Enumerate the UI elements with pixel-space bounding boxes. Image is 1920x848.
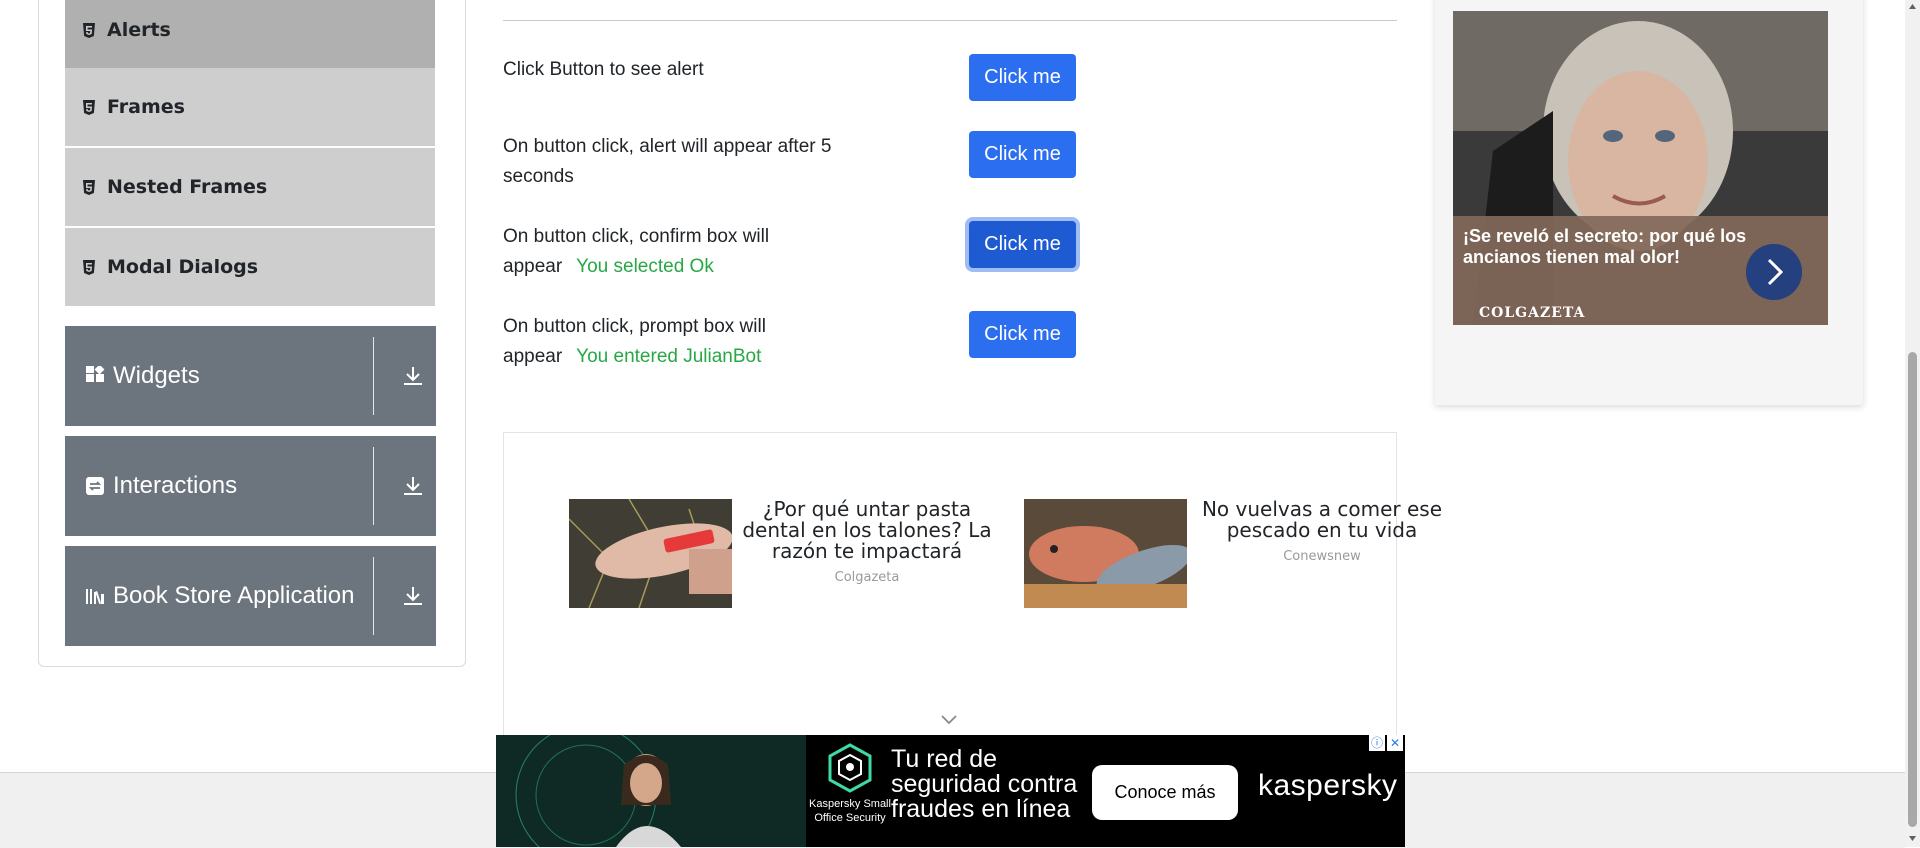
sidebar-ad[interactable]: ¡Se reveló el secreto: por qué los ancia… [1435,0,1863,405]
sidebar-item-label: Frames [107,96,185,118]
kaspersky-banner-ad[interactable]: Kaspersky Small Office Security Tu red d… [496,735,1405,847]
close-icon[interactable]: ✕ [1387,735,1403,751]
sidebar-item-modal-dialogs[interactable]: Modal Dialogs [65,228,435,306]
group-header-book-store[interactable]: Book Store Application [65,546,436,646]
prompt-button[interactable]: Click me [969,311,1076,358]
chevron-right-icon[interactable] [1746,244,1802,300]
sidebar-item-label: Alerts [107,19,171,41]
chevron-down-icon[interactable] [940,714,958,726]
timer-alert-row-label: On button click, alert will appear after… [503,132,873,192]
learn-more-button[interactable]: Conoce más [1092,765,1238,820]
native-ad-headline: No vuelvas a comer ese pescado en tu vid… [1201,497,1443,542]
ad-thumbnail-image [569,499,732,608]
prompt-row-label: On button click, prompt box will appear Y… [503,312,873,372]
group-title: Widgets [113,362,200,389]
confirm-result: You selected Ok [576,256,714,277]
download-icon [404,367,422,385]
native-ad-text: No vuelvas a comer ese pescado en tu vid… [1197,499,1447,608]
timer-alert-button[interactable]: Click me [969,131,1076,178]
bookshelf-icon [86,589,104,604]
html5-icon [83,99,95,115]
banner-headline: Tu red de seguridad contra fraudes en lí… [891,745,1078,823]
vertical-scrollbar[interactable] [1905,0,1920,847]
group-title: Interactions [113,472,238,499]
native-ad-item[interactable]: ¿Por qué untar pasta dental en los talon… [569,499,992,608]
native-ad-item[interactable]: No vuelvas a comer ese pescado en tu vid… [1024,499,1447,608]
ad-source: COLGAZETA [1479,305,1586,321]
scroll-down-icon[interactable] [1908,834,1917,843]
group-header-interactions[interactable]: Interactions [65,436,436,536]
alert-description: Click Button to see alert [503,59,704,80]
scrollbar-thumb[interactable] [1908,352,1917,827]
html5-icon [83,259,95,275]
native-ad-text: ¿Por qué untar pasta dental en los talon… [742,499,992,608]
interactions-icon [86,477,104,495]
download-icon [404,477,422,495]
ad-banner-image [496,735,806,847]
brand-logo-text: kaspersky [1258,769,1398,802]
native-ad-source: Colgazeta [834,570,900,585]
divider [373,557,374,635]
html5-icon [83,179,95,195]
confirm-button[interactable]: Click me [969,221,1076,268]
ad-caption: ¡Se reveló el secreto: por qué los ancia… [1453,216,1828,325]
alert-row-label: Click Button to see alert [503,55,873,85]
sidebar-item-label: Nested Frames [107,176,268,198]
ad-thumbnail-image [1024,499,1187,608]
group-title: Book Store Application [113,582,355,609]
native-ad-source: Conewsnew [1283,549,1361,564]
divider [503,20,1397,21]
native-ad-headline: ¿Por qué untar pasta dental en los talon… [742,497,992,563]
confirm-row-label: On button click, confirm box will appear… [503,222,873,282]
widgets-grid-icon [86,366,105,382]
sidebar-item-frames[interactable]: Frames [65,68,435,146]
timer-alert-description: On button click, alert will appear after… [503,136,832,187]
ad-info-icon[interactable]: ⓘ [1369,735,1385,751]
product-badge: Kaspersky Small Office Security [794,743,906,825]
divider [373,447,374,525]
product-name: Kaspersky Small Office Security [809,798,891,824]
sidebar-item-label: Modal Dialogs [107,256,259,278]
kaspersky-shield-icon [828,743,872,793]
download-icon [404,587,422,605]
html5-icon [83,22,95,38]
sidebar-item-nested-frames[interactable]: Nested Frames [65,148,435,226]
prompt-result: You entered JulianBot [576,346,762,367]
scroll-up-icon[interactable] [1908,2,1917,11]
alert-button[interactable]: Click me [969,54,1076,101]
divider [373,337,374,415]
group-header-widgets[interactable]: Widgets [65,326,436,426]
ad-caption-text: ¡Se reveló el secreto: por qué los ancia… [1463,226,1747,267]
sidebar-item-alerts[interactable]: Alerts [65,0,435,69]
